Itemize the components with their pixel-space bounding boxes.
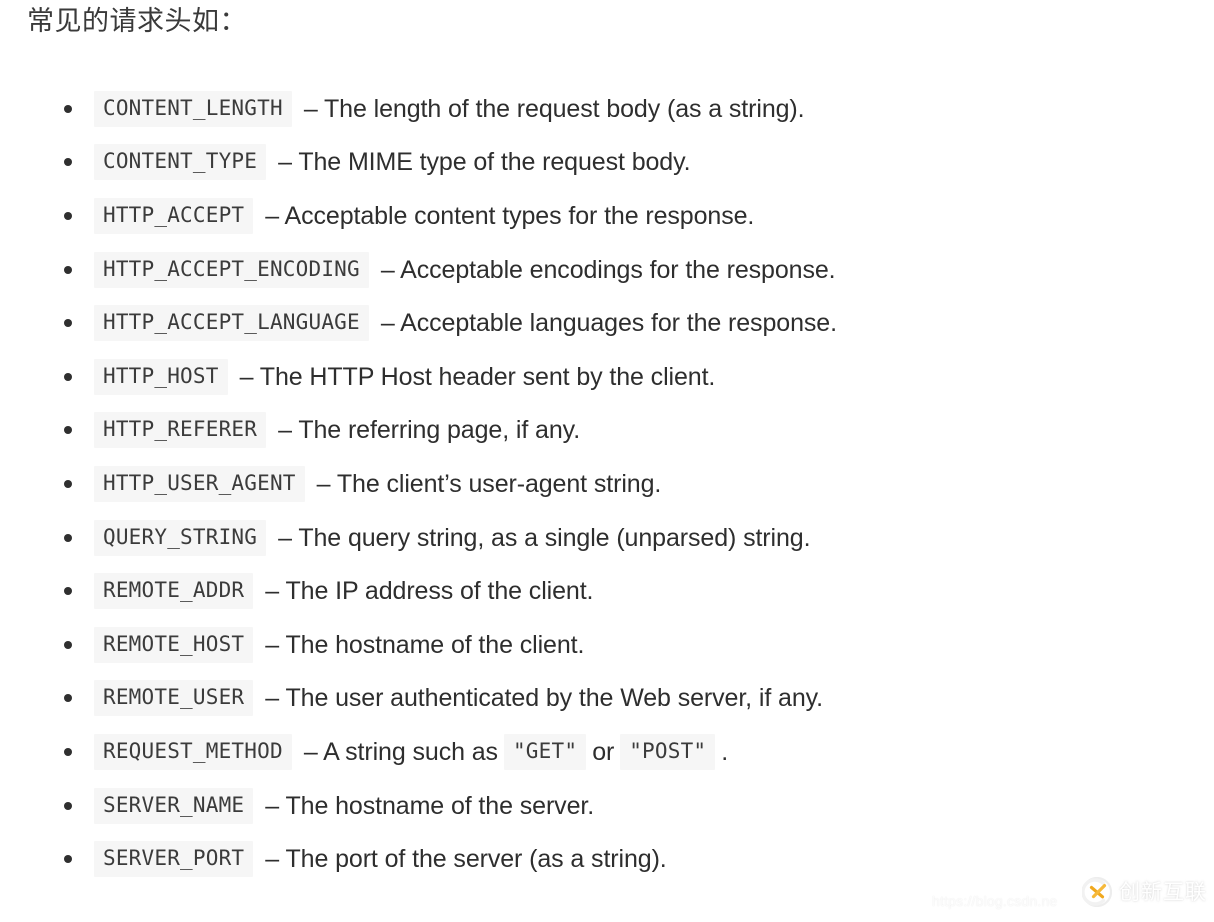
list-item: REMOTE_USER – The user authenticated by … xyxy=(0,672,1214,726)
bullet-icon xyxy=(64,747,72,756)
header-name-code: SERVER_PORT xyxy=(94,841,254,878)
header-description: – The hostname of the server. xyxy=(265,791,595,820)
bullet-icon xyxy=(64,801,72,810)
header-description: – The HTTP Host header sent by the clien… xyxy=(239,362,716,391)
header-description-period: . xyxy=(721,737,729,766)
header-name-code: HTTP_ACCEPT xyxy=(94,197,254,234)
header-description-conjunction: or xyxy=(592,737,615,766)
header-description: – The query string, as a single (unparse… xyxy=(278,523,811,552)
method-value-get-code: "GET" xyxy=(503,733,587,770)
list-item: CONTENT_LENGTH – The length of the reque… xyxy=(0,82,1214,136)
bullet-icon xyxy=(64,640,72,649)
list-item: CONTENT_TYPE – The MIME type of the requ… xyxy=(0,136,1214,190)
list-item: QUERY_STRING – The query string, as a si… xyxy=(0,511,1214,565)
header-name-code: HTTP_HOST xyxy=(94,358,228,395)
bullet-icon xyxy=(64,372,72,381)
bullet-icon xyxy=(64,319,72,328)
header-description: – The hostname of the client. xyxy=(265,630,585,659)
bullet-icon xyxy=(64,587,72,596)
header-description: – The IP address of the client. xyxy=(265,577,594,606)
header-name-code: HTTP_ACCEPT_LANGUAGE xyxy=(94,305,369,342)
bullet-icon xyxy=(64,211,72,220)
header-name-code: HTTP_ACCEPT_ENCODING xyxy=(94,251,369,288)
request-headers-list: CONTENT_LENGTH – The length of the reque… xyxy=(0,82,1214,886)
header-name-code: REMOTE_USER xyxy=(94,680,254,717)
list-item: HTTP_USER_AGENT – The client’s user-agen… xyxy=(0,457,1214,511)
header-description: – Acceptable encodings for the response. xyxy=(380,255,836,284)
list-item: REMOTE_HOST – The hostname of the client… xyxy=(0,618,1214,672)
list-item: HTTP_ACCEPT – Acceptable content types f… xyxy=(0,189,1214,243)
header-description: – The client’s user-agent string. xyxy=(316,469,662,498)
header-description: – The port of the server (as a string). xyxy=(265,845,667,874)
list-item: HTTP_REFERER – The referring page, if an… xyxy=(0,404,1214,458)
header-name-code: SERVER_NAME xyxy=(94,787,254,824)
bullet-icon xyxy=(64,694,72,703)
list-item: REMOTE_ADDR – The IP address of the clie… xyxy=(0,564,1214,618)
header-name-code: CONTENT_LENGTH xyxy=(94,90,292,127)
page-title: 常见的请求头如： xyxy=(27,6,247,36)
brand-name: 创新互联 xyxy=(1119,880,1207,904)
bullet-icon xyxy=(64,855,72,864)
header-description: – The user authenticated by the Web serv… xyxy=(265,684,824,713)
bullet-icon xyxy=(64,479,72,488)
header-description: – Acceptable languages for the response. xyxy=(380,309,837,338)
header-description: – The referring page, if any. xyxy=(278,416,581,445)
header-name-code: HTTP_USER_AGENT xyxy=(94,465,305,502)
watermark-url: https://blog.csdn.ne xyxy=(932,893,1058,909)
header-name-code: QUERY_STRING xyxy=(94,519,267,556)
header-name-code: REQUEST_METHOD xyxy=(94,733,292,770)
header-name-code: REMOTE_HOST xyxy=(94,626,254,663)
list-item: REQUEST_METHOD – A string such as "GET" … xyxy=(0,725,1214,779)
header-description: – The length of the request body (as a s… xyxy=(303,94,805,123)
header-name-code: REMOTE_ADDR xyxy=(94,573,254,610)
brand-c-swoosh-icon xyxy=(1081,876,1113,908)
bullet-icon xyxy=(64,265,72,274)
brand-watermark: 创新互联 xyxy=(1081,874,1207,910)
header-name-code: HTTP_REFERER xyxy=(94,412,267,449)
method-value-post-code: "POST" xyxy=(620,733,716,770)
bullet-icon xyxy=(64,533,72,542)
bullet-icon xyxy=(64,104,72,113)
list-item: HTTP_ACCEPT_ENCODING – Acceptable encodi… xyxy=(0,243,1214,297)
header-description: – A string such as xyxy=(303,737,498,766)
list-item: HTTP_HOST – The HTTP Host header sent by… xyxy=(0,350,1214,404)
list-item: HTTP_ACCEPT_LANGUAGE – Acceptable langua… xyxy=(0,296,1214,350)
header-name-code: CONTENT_TYPE xyxy=(94,144,267,181)
bullet-icon xyxy=(64,158,72,167)
header-description: – Acceptable content types for the respo… xyxy=(265,201,755,230)
bullet-icon xyxy=(64,426,72,435)
header-description: – The MIME type of the request body. xyxy=(278,148,691,177)
list-item: SERVER_PORT – The port of the server (as… xyxy=(0,832,1214,886)
list-item: SERVER_NAME – The hostname of the server… xyxy=(0,779,1214,833)
